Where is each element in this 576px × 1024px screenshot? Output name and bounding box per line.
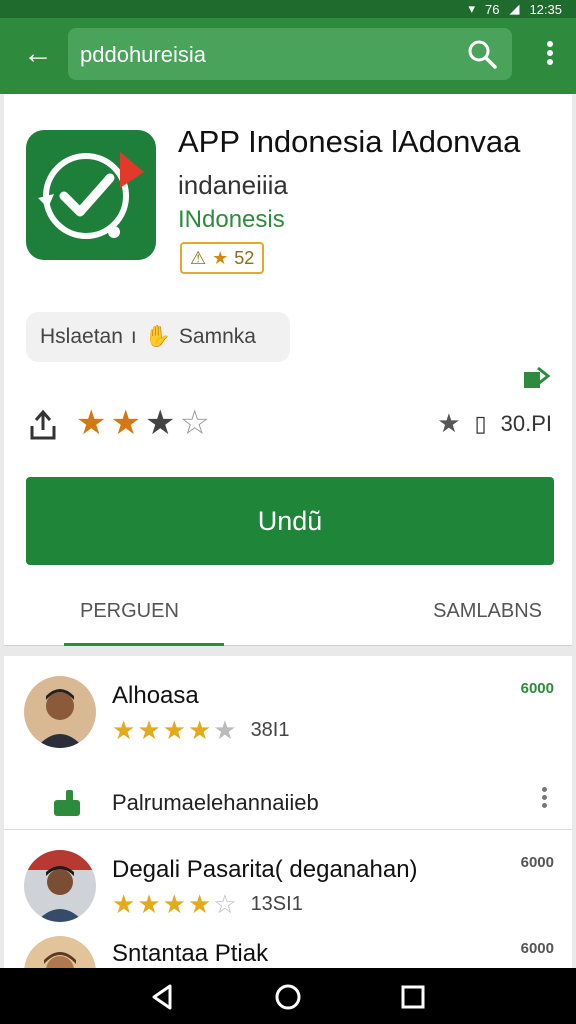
review-meta: 6000 — [520, 854, 554, 871]
hand-icon: ✋ — [144, 325, 171, 348]
search-query: pddohureisia — [80, 42, 206, 67]
chip-label-left: Hslaetan — [40, 325, 123, 348]
review-stars: ★ ★ ★ ★ ☆ 13SI1 — [112, 889, 303, 919]
badge-value: 52 — [234, 247, 255, 268]
open-external-icon[interactable] — [522, 362, 552, 392]
reply-text: Palrumaelehannaiieb — [112, 790, 319, 815]
signal-icon: ◢ — [509, 1, 520, 16]
install-button[interactable]: Undũ — [26, 477, 554, 565]
reviewer-name: Alhoasa — [112, 682, 199, 709]
tab-second[interactable]: SAMLABNS — [433, 600, 542, 623]
rating-badge-icon: ⚠ — [190, 247, 207, 268]
overflow-menu-icon[interactable] — [538, 38, 562, 72]
share-icon[interactable] — [26, 408, 60, 442]
more-vert-icon[interactable] — [538, 784, 550, 818]
avatar — [24, 676, 96, 748]
rating-stars: ★ ★ ★ ☆ — [76, 404, 210, 442]
reviewer-name: Degali Pasarita( deganahan) — [112, 856, 418, 883]
nav-home-icon[interactable] — [271, 980, 305, 1014]
battery-level: 76 — [484, 1, 500, 17]
review-stars: ★ ★ ★ ★ ★ 38I1 — [112, 715, 290, 745]
tab-indicator — [64, 643, 224, 646]
app-header-card: APP Indonesia lAdonvaa indaneiiia INdone… — [4, 94, 572, 646]
reviewer-name: Sntantaa Ptiak — [112, 940, 269, 967]
tab-first[interactable]: PERGUEN — [80, 600, 179, 623]
tab-bar: PERGUEN SAMLABNS — [4, 582, 572, 646]
developer-reply[interactable]: Palrumaelehannaiieb — [4, 776, 572, 830]
review-count: 38I1 — [250, 719, 290, 741]
chip-divider: ı — [130, 325, 137, 348]
badge-star-icon: ★ — [212, 247, 229, 268]
bookmark-icon[interactable]: ▯ — [475, 411, 487, 437]
app-title: APP Indonesia lAdonvaa — [178, 124, 521, 159]
rating-row: ★ ★ ★ ☆ ★ ▯ 30.PI — [4, 400, 572, 446]
status-bar: ▾ 76 ◢ 12:35 — [0, 0, 576, 18]
thumbs-up-icon — [54, 790, 80, 816]
review-meta: 6000 — [520, 680, 554, 697]
app-meta: ★ ▯ 30.PI — [437, 408, 552, 439]
app-developer[interactable]: indaneiiia — [178, 170, 288, 201]
app-bar: ← pddohureisia — [0, 18, 576, 94]
search-field[interactable]: pddohureisia — [68, 28, 512, 80]
avatar — [24, 850, 96, 922]
star-icon: ★ — [76, 404, 107, 442]
meta-star-icon: ★ — [437, 408, 461, 438]
nav-recents-icon[interactable] — [396, 980, 430, 1014]
review-count: 13SI1 — [250, 893, 303, 915]
app-logo-icon — [26, 130, 156, 260]
app-category[interactable]: INdonesis — [178, 206, 285, 234]
star-icon: ★ — [110, 404, 141, 442]
star-icon: ★ — [144, 404, 176, 442]
content-rating-badge: ⚠ ★ 52 — [180, 242, 265, 274]
search-icon[interactable] — [466, 38, 498, 70]
app-store-page: ▾ 76 ◢ 12:35 ← pddohureisia APP Indonesi… — [0, 0, 576, 1024]
review-meta: 6000 — [520, 940, 554, 957]
nav-back-icon[interactable] — [146, 980, 180, 1014]
chip-label-right: Samnka — [178, 325, 256, 348]
app-size: 30.PI — [500, 410, 552, 436]
reviews-list: Alhoasa ★ ★ ★ ★ ★ 38I1 6000 Palrumaelehannai… — [4, 656, 572, 1008]
system-nav-bar — [0, 968, 576, 1024]
star-empty-icon: ☆ — [179, 404, 210, 442]
info-chip[interactable]: Hslaetan ı ✋ Samnka — [26, 312, 290, 362]
back-arrow-icon[interactable]: ← — [18, 36, 58, 72]
wifi-icon: ▾ — [468, 1, 475, 16]
status-time: 12:35 — [529, 1, 562, 17]
